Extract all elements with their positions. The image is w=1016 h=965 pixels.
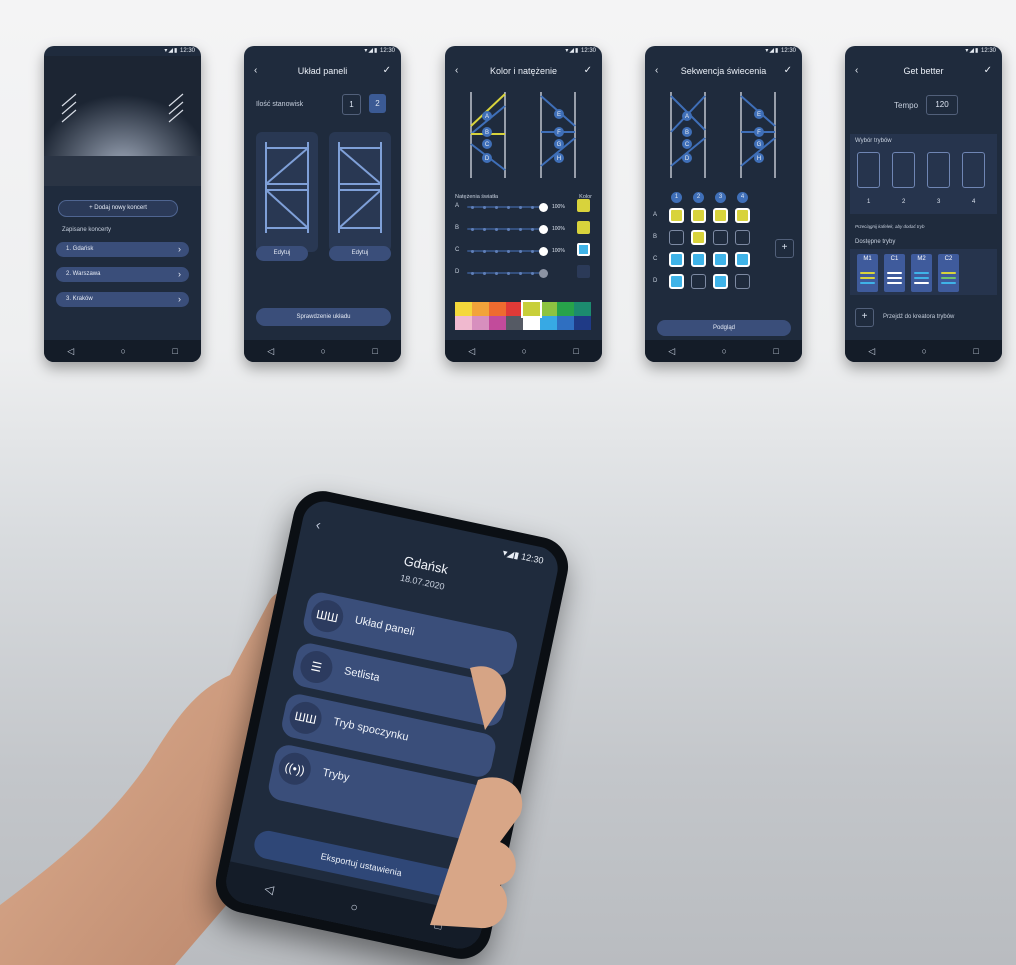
export-label: Eksportuj ustawienia — [319, 851, 403, 879]
nav-back-icon[interactable]: ◁ — [263, 881, 275, 897]
back-icon[interactable]: ‹ — [315, 516, 323, 533]
status-time: 12:30 — [520, 551, 545, 566]
menu-item-label: Tryb spoczynku — [332, 715, 410, 744]
menu-item-label: Układ paneli — [353, 614, 416, 639]
panels-icon: ШШ — [308, 597, 347, 636]
nav-recent-icon[interactable]: □ — [433, 917, 443, 932]
nav-home-icon[interactable]: ○ — [349, 900, 359, 915]
broadcast-icon: ((•)) — [275, 749, 314, 788]
status-bar: ▾◢▮ 12:30 — [502, 547, 545, 566]
panels-icon: ШШ — [286, 698, 325, 737]
list-icon: ☰ — [297, 648, 336, 686]
menu-item-label: Tryby — [321, 766, 351, 785]
signal-icon: ▾◢▮ — [501, 547, 520, 561]
palette-color[interactable] — [521, 300, 542, 318]
menu-item-label: Setlista — [342, 665, 381, 685]
